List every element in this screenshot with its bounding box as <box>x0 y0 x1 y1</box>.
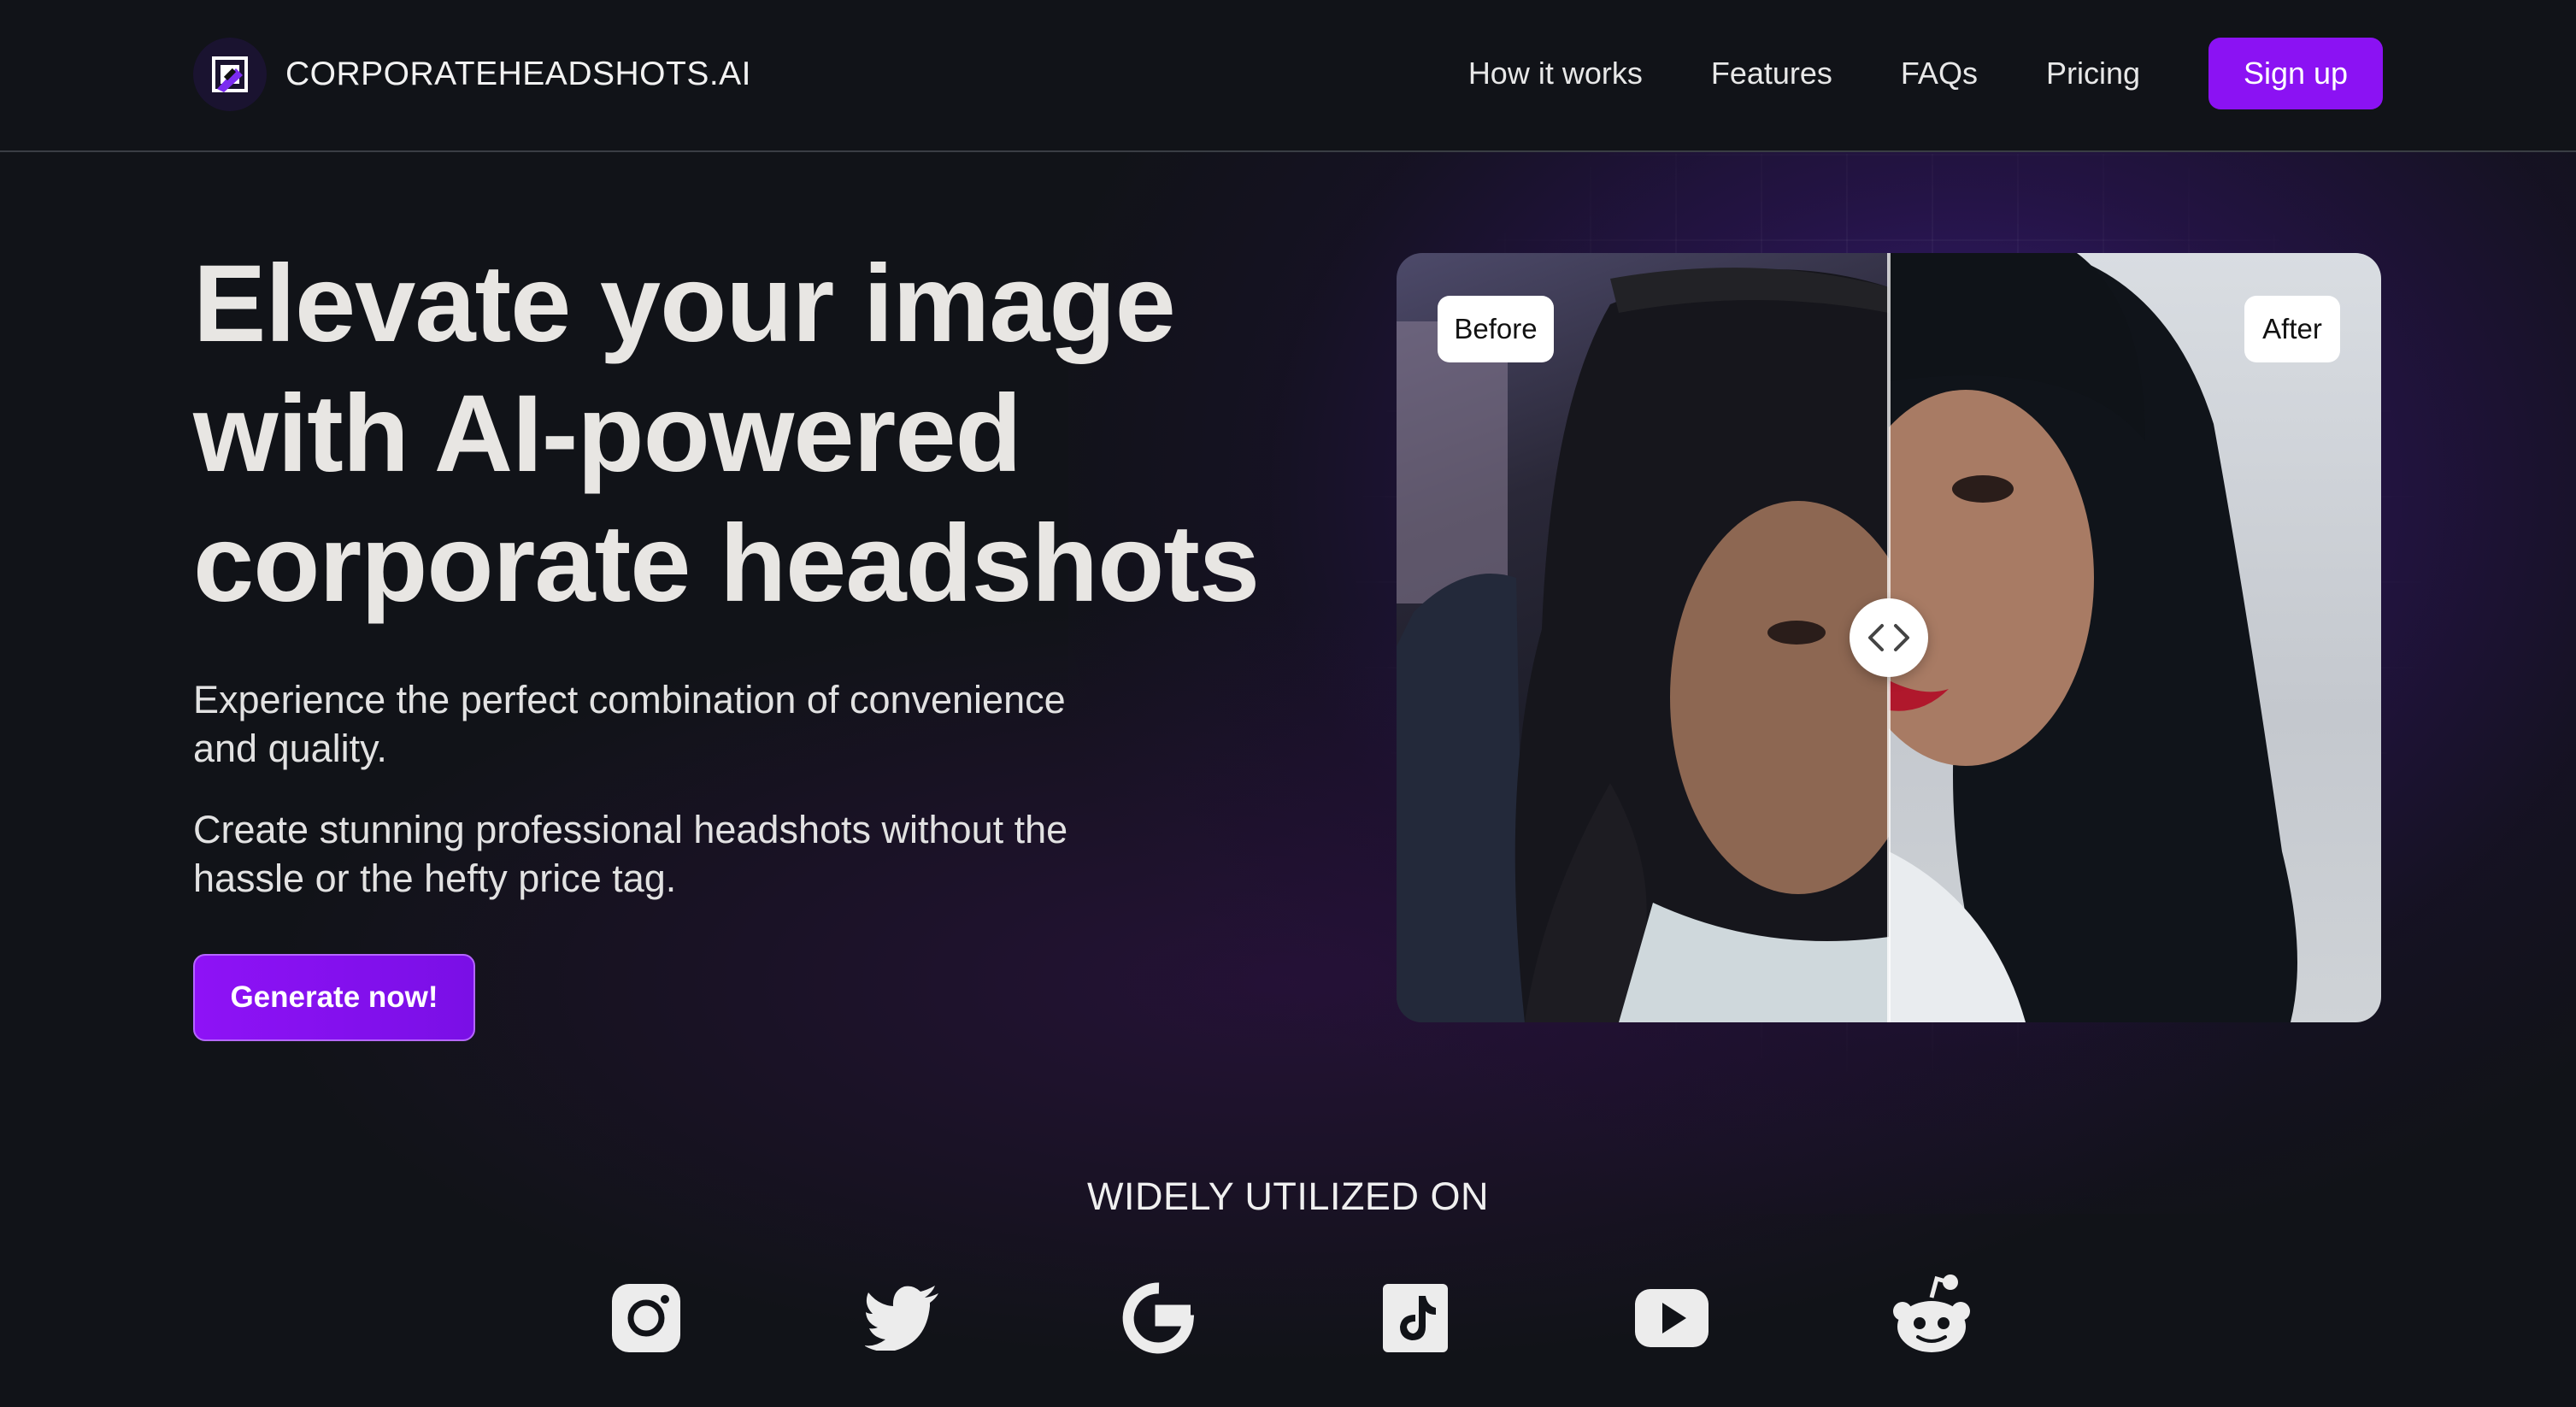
tiktok-icon[interactable] <box>1376 1279 1455 1357</box>
main-nav: How it works Features FAQs Pricing Sign … <box>1468 38 2383 109</box>
nav-features[interactable]: Features <box>1711 56 1832 91</box>
twitter-icon[interactable] <box>863 1279 942 1357</box>
instagram-icon[interactable] <box>607 1279 685 1357</box>
google-icon[interactable] <box>1120 1279 1198 1357</box>
hero-title: Elevate your image with AI-powered corpo… <box>193 239 1407 629</box>
reddit-icon[interactable] <box>1889 1272 1974 1357</box>
hero-subtitle-2: Create stunning professional headshots w… <box>193 808 1068 900</box>
hero-title-line-2: with AI-powered <box>193 373 1022 495</box>
before-badge: Before <box>1438 296 1554 362</box>
after-badge: After <box>2244 296 2340 362</box>
signup-button[interactable]: Sign up <box>2208 38 2383 109</box>
site-header: CORPORATEHEADSHOTS.AI How it works Featu… <box>0 0 2576 152</box>
youtube-icon[interactable] <box>1632 1279 1711 1357</box>
generate-now-button[interactable]: Generate now! <box>193 954 475 1041</box>
widely-utilized-heading: WIDELY UTILIZED ON <box>1087 1174 1489 1218</box>
platform-icons <box>0 1275 2576 1357</box>
brand-name: CORPORATEHEADSHOTS.AI <box>285 56 752 92</box>
nav-faqs[interactable]: FAQs <box>1901 56 1978 91</box>
nav-pricing[interactable]: Pricing <box>2046 56 2140 91</box>
brand-logo[interactable]: CORPORATEHEADSHOTS.AI <box>193 38 751 111</box>
logo-mark-icon <box>193 38 267 111</box>
hero-subtitle-1: Experience the perfect combination of co… <box>193 678 1066 770</box>
hero-title-line-1: Elevate your image <box>193 243 1176 365</box>
hero-title-line-3: corporate headshots <box>193 503 1260 625</box>
nav-how-it-works[interactable]: How it works <box>1468 56 1643 91</box>
chevron-left-right-icon <box>1868 624 1909 651</box>
page: CORPORATEHEADSHOTS.AI How it works Featu… <box>0 0 2576 1407</box>
slider-handle[interactable] <box>1850 598 1928 677</box>
before-after-slider[interactable]: Before After <box>1397 253 2381 1022</box>
after-photo <box>1838 253 2381 1022</box>
before-photo <box>1397 253 1926 1022</box>
